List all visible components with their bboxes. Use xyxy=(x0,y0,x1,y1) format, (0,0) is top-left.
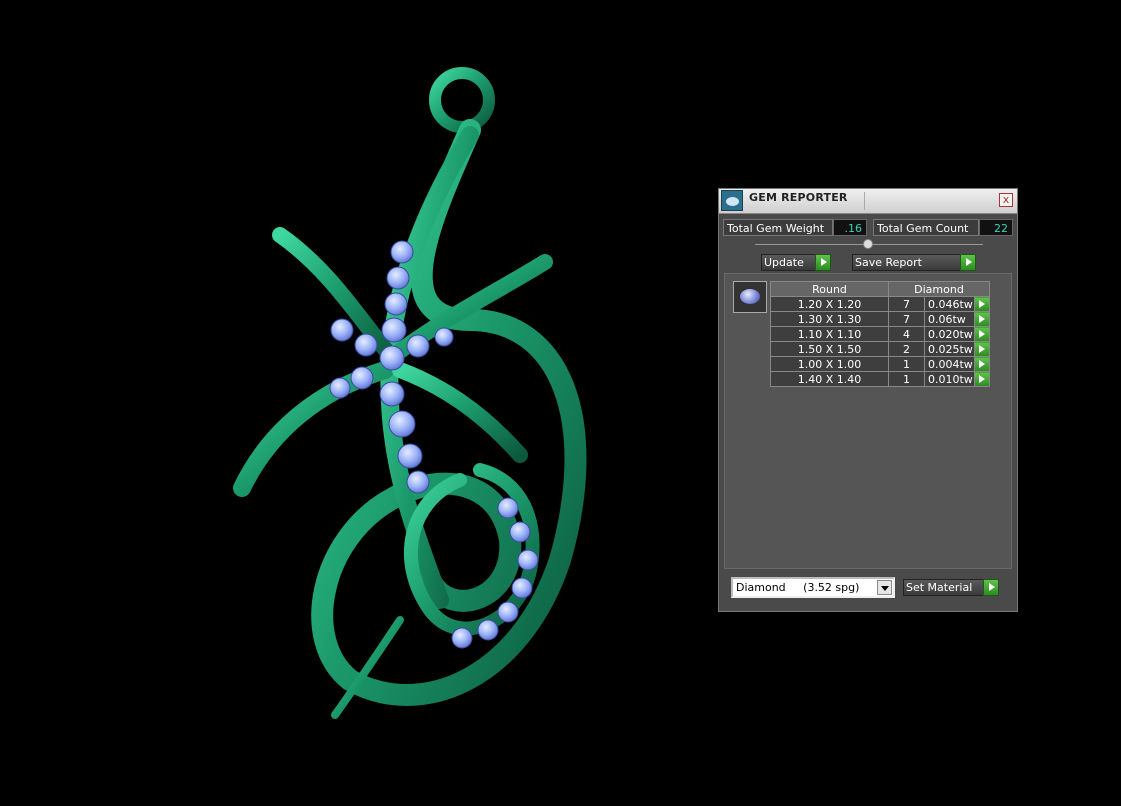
update-button[interactable]: Update xyxy=(761,254,831,271)
gem-shape-header: Round xyxy=(770,281,889,297)
pendant-model xyxy=(233,67,587,719)
row-arrow-icon[interactable] xyxy=(974,341,990,357)
table-row: 1.30 X 1.30 7 0.06tw xyxy=(770,311,990,327)
gem-weight-cell: 0.046tw xyxy=(924,296,975,312)
titlebar-divider xyxy=(864,192,865,210)
total-gem-count-value: 22 xyxy=(979,219,1013,236)
gem-reporter-panel: GEM REPORTER x Total Gem Weight .16 Tota… xyxy=(718,188,1018,612)
save-report-button[interactable]: Save Report xyxy=(852,254,976,271)
gem-weight-cell: 0.025tw xyxy=(924,341,975,357)
total-gem-weight-label: Total Gem Weight xyxy=(723,219,833,236)
gem-size-cell: 1.20 X 1.20 xyxy=(770,296,889,312)
gem-size-cell: 1.40 X 1.40 xyxy=(770,371,889,387)
splitter-handle-icon[interactable] xyxy=(863,239,873,249)
gem-material-header: Diamond xyxy=(888,281,990,297)
gem-table: Round Diamond 1.20 X 1.20 7 0.046tw 1.30… xyxy=(770,281,990,387)
row-arrow-icon[interactable] xyxy=(974,296,990,312)
panel-titlebar[interactable]: GEM REPORTER x xyxy=(719,189,1017,214)
play-arrow-icon xyxy=(815,254,831,271)
play-arrow-icon xyxy=(960,254,976,271)
gem-count-cell: 1 xyxy=(888,371,925,387)
play-arrow-icon xyxy=(983,579,999,596)
gem-weight-cell: 0.010tw xyxy=(924,371,975,387)
row-arrow-icon[interactable] xyxy=(974,371,990,387)
round-gem-icon[interactable] xyxy=(733,281,767,313)
gem-report-area: Round Diamond 1.20 X 1.20 7 0.046tw 1.30… xyxy=(724,273,1012,569)
material-select-value: Diamond (3.52 spg) xyxy=(736,581,860,594)
gem-size-cell: 1.10 X 1.10 xyxy=(770,326,889,342)
panel-title: GEM REPORTER xyxy=(749,191,848,204)
table-row: 1.20 X 1.20 7 0.046tw xyxy=(770,296,990,312)
set-material-button-label: Set Material xyxy=(906,581,973,594)
gem-size-cell: 1.00 X 1.00 xyxy=(770,356,889,372)
gem-count-cell: 2 xyxy=(888,341,925,357)
gem-weight-cell: 0.020tw xyxy=(924,326,975,342)
total-gem-weight-value: .16 xyxy=(833,219,867,236)
chevron-down-icon[interactable] xyxy=(877,580,892,595)
row-arrow-icon[interactable] xyxy=(974,356,990,372)
table-row: 1.40 X 1.40 1 0.010tw xyxy=(770,371,990,387)
save-report-button-label: Save Report xyxy=(855,256,922,269)
gem-size-cell: 1.50 X 1.50 xyxy=(770,341,889,357)
close-button[interactable]: x xyxy=(999,193,1013,207)
gem-count-cell: 7 xyxy=(888,296,925,312)
row-arrow-icon[interactable] xyxy=(974,326,990,342)
gem-count-cell: 1 xyxy=(888,356,925,372)
gem-count-cell: 7 xyxy=(888,311,925,327)
gem-weight-cell: 0.06tw xyxy=(924,311,975,327)
gem-reporter-icon xyxy=(721,190,743,211)
gem-size-cell: 1.30 X 1.30 xyxy=(770,311,889,327)
table-row: 1.00 X 1.00 1 0.004tw xyxy=(770,356,990,372)
table-row: 1.50 X 1.50 2 0.025tw xyxy=(770,341,990,357)
table-row: 1.10 X 1.10 4 0.020tw xyxy=(770,326,990,342)
gem-weight-cell: 0.004tw xyxy=(924,356,975,372)
gem-count-cell: 4 xyxy=(888,326,925,342)
set-material-button[interactable]: Set Material xyxy=(903,579,999,596)
total-gem-count-label: Total Gem Count xyxy=(873,219,979,236)
material-select[interactable]: Diamond (3.52 spg) xyxy=(731,577,895,598)
row-arrow-icon[interactable] xyxy=(974,311,990,327)
update-button-label: Update xyxy=(764,256,804,269)
